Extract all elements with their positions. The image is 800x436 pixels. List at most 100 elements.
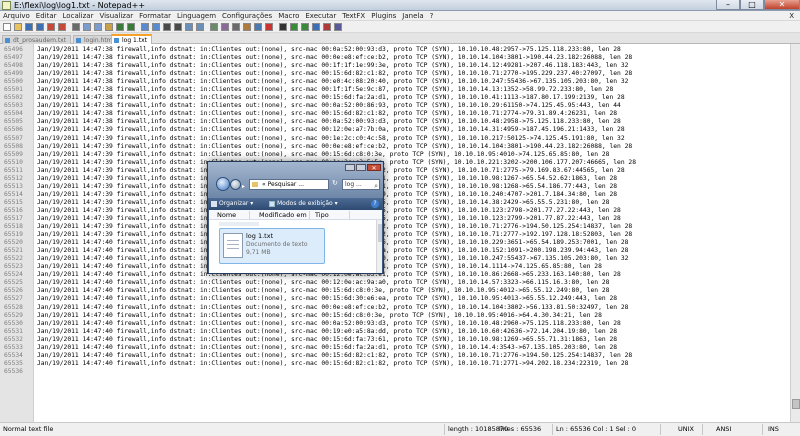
editor-line[interactable]: 65519 Jan/19/2011 14:47:39 firewall,info … xyxy=(0,231,790,239)
menu-plugins[interactable]: Plugins xyxy=(368,11,399,21)
editor-line[interactable]: 65504 Jan/19/2011 14:47:38 firewall,info … xyxy=(0,110,790,118)
spell-icon[interactable] xyxy=(323,23,331,31)
editor-line[interactable]: 65511 Jan/19/2011 14:47:39 firewall,info … xyxy=(0,167,790,175)
new-file-icon[interactable] xyxy=(3,23,11,31)
dialog-maximize-button[interactable] xyxy=(356,164,366,171)
editor-line[interactable]: 65506 Jan/19/2011 14:47:39 firewall,info … xyxy=(0,126,790,134)
find-icon[interactable] xyxy=(141,23,149,31)
record-macro-icon[interactable] xyxy=(265,23,273,31)
close-button[interactable]: ✕ xyxy=(764,0,800,10)
menu-editar[interactable]: Editar xyxy=(33,11,60,21)
address-bar[interactable]: « Pesquisar ... xyxy=(249,179,329,190)
editor-line[interactable]: 65517 Jan/19/2011 14:47:39 firewall,info … xyxy=(0,215,790,223)
menu-janela[interactable]: Janela xyxy=(399,11,426,21)
editor-line[interactable]: 65522 Jan/19/2011 14:47:40 firewall,info … xyxy=(0,255,790,263)
close-document-button[interactable]: X xyxy=(786,11,797,21)
editor-line[interactable]: 65533 Jan/19/2011 14:47:40 firewall,info … xyxy=(0,344,790,352)
editor-line[interactable]: 65510 Jan/19/2011 14:47:39 firewall,info … xyxy=(0,159,790,167)
indent-guide-icon[interactable] xyxy=(232,23,240,31)
minimize-button[interactable]: – xyxy=(716,0,740,10)
zoom-out-icon[interactable] xyxy=(174,23,182,31)
editor-line[interactable]: 65513 Jan/19/2011 14:47:39 firewall,info … xyxy=(0,183,790,191)
editor-line[interactable]: 65509 Jan/19/2011 14:47:39 firewall,info … xyxy=(0,151,790,159)
scrollbar-thumb[interactable] xyxy=(792,399,800,409)
editor-line[interactable]: 65527 Jan/19/2011 14:47:40 firewall,info … xyxy=(0,295,790,303)
menu-macro[interactable]: Macro xyxy=(275,11,302,21)
editor-line[interactable]: 65530 Jan/19/2011 14:47:40 firewall,info … xyxy=(0,320,790,328)
file-item[interactable]: log 1.txt Documento de texto 9,71 MB xyxy=(219,228,325,264)
lang-icon[interactable] xyxy=(243,23,251,31)
menu-help[interactable]: ? xyxy=(427,11,437,21)
play-macro-icon[interactable] xyxy=(290,23,298,31)
sync-v-icon[interactable] xyxy=(185,23,193,31)
search-icon[interactable]: ⌕ xyxy=(374,181,378,191)
menu-formatar[interactable]: Formatar xyxy=(136,11,174,21)
organize-button[interactable]: Organizar ▾ xyxy=(219,198,253,210)
editor-line[interactable]: 65516 Jan/19/2011 14:47:39 firewall,info … xyxy=(0,207,790,215)
menu-executar[interactable]: Executar xyxy=(302,11,339,21)
editor-line[interactable]: 65529 Jan/19/2011 14:47:40 firewall,info … xyxy=(0,312,790,320)
editor-line[interactable]: 65534 Jan/19/2011 14:47:40 firewall,info … xyxy=(0,352,790,360)
copy-icon[interactable] xyxy=(94,23,102,31)
save-all-icon[interactable] xyxy=(36,23,44,31)
editor-line[interactable]: 65503 Jan/19/2011 14:47:38 firewall,info … xyxy=(0,102,790,110)
undo-icon[interactable] xyxy=(116,23,124,31)
editor-line[interactable]: 65525 Jan/19/2011 14:47:40 firewall,info … xyxy=(0,279,790,287)
menu-textfx[interactable]: TextFX xyxy=(339,11,368,21)
editor-line[interactable]: 65535 Jan/19/2011 14:47:40 firewall,info … xyxy=(0,360,790,368)
zoom-in-icon[interactable] xyxy=(163,23,171,31)
close-icon[interactable] xyxy=(47,23,55,31)
dialog-minimize-button[interactable] xyxy=(345,164,355,171)
editor-line[interactable]: 65518 Jan/19/2011 14:47:39 firewall,info … xyxy=(0,223,790,231)
editor-line[interactable]: 65507 Jan/19/2011 14:47:39 firewall,info … xyxy=(0,135,790,143)
column-name[interactable]: Nome xyxy=(217,210,236,220)
editor-line[interactable]: 65536 xyxy=(0,368,790,376)
wrap-icon[interactable] xyxy=(210,23,218,31)
help-icon[interactable]: ? xyxy=(371,200,379,208)
editor-line[interactable]: 65502 Jan/19/2011 14:47:38 firewall,info … xyxy=(0,94,790,102)
editor-line[interactable]: 65508 Jan/19/2011 14:47:39 firewall,info … xyxy=(0,143,790,151)
editor-line[interactable]: 65500 Jan/19/2011 14:47:38 firewall,info … xyxy=(0,78,790,86)
search-input[interactable]: log ... ⌕ xyxy=(342,179,380,190)
editor-line[interactable]: 65501 Jan/19/2011 14:47:38 firewall,info … xyxy=(0,86,790,94)
previous-file-row[interactable] xyxy=(219,222,259,226)
editor-line[interactable]: 65524 Jan/19/2011 14:47:40 firewall,info … xyxy=(0,271,790,279)
tab-log1[interactable]: log 1.txt xyxy=(111,34,153,44)
editor-line[interactable]: 65499 Jan/19/2011 14:47:38 firewall,info … xyxy=(0,70,790,78)
editor-line[interactable]: 65498 Jan/19/2011 14:47:38 firewall,info … xyxy=(0,62,790,70)
back-button[interactable] xyxy=(216,177,230,191)
tfx-icon[interactable] xyxy=(334,23,342,31)
dialog-close-button[interactable]: ✕ xyxy=(367,164,381,172)
refresh-icon[interactable]: ↻ xyxy=(332,179,340,190)
redo-icon[interactable] xyxy=(127,23,135,31)
tab-dt-prosaudem[interactable]: dt_prosaudem.txt xyxy=(2,35,72,44)
paste-icon[interactable] xyxy=(105,23,113,31)
editor-line[interactable]: 65496 Jan/19/2011 14:47:38 firewall,info … xyxy=(0,46,790,54)
maximize-button[interactable]: □ xyxy=(740,0,764,10)
menu-configuracoes[interactable]: Configurações xyxy=(219,11,275,21)
views-button[interactable]: Modos de exibição ▾ xyxy=(277,198,338,210)
column-modified[interactable]: Modificado em xyxy=(259,210,307,220)
menu-arquivo[interactable]: Arquivo xyxy=(0,11,33,21)
text-editor[interactable]: 65496 Jan/19/2011 14:47:38 firewall,info … xyxy=(0,44,790,422)
stop-macro-icon[interactable] xyxy=(279,23,287,31)
run-macro-icon[interactable] xyxy=(301,23,309,31)
print-icon[interactable] xyxy=(72,23,80,31)
menu-visualizar[interactable]: Visualizar xyxy=(96,11,136,21)
column-type[interactable]: Tipo xyxy=(315,210,329,220)
editor-line[interactable]: 65515 Jan/19/2011 14:47:39 firewall,info … xyxy=(0,199,790,207)
all-chars-icon[interactable] xyxy=(221,23,229,31)
editor-line[interactable]: 65521 Jan/19/2011 14:47:40 firewall,info … xyxy=(0,247,790,255)
forward-button[interactable] xyxy=(230,179,241,190)
menu-linguagem[interactable]: Linguagem xyxy=(174,11,219,21)
editor-line[interactable]: 65514 Jan/19/2011 14:47:39 firewall,info … xyxy=(0,191,790,199)
save-icon[interactable] xyxy=(25,23,33,31)
editor-line[interactable]: 65505 Jan/19/2011 14:47:38 firewall,info … xyxy=(0,118,790,126)
editor-line[interactable]: 65497 Jan/19/2011 14:47:38 firewall,info … xyxy=(0,54,790,62)
editor-line[interactable]: 65532 Jan/19/2011 14:47:40 firewall,info … xyxy=(0,336,790,344)
recent-pages-icon[interactable]: ▸ xyxy=(242,183,245,190)
vertical-scrollbar[interactable] xyxy=(790,44,800,422)
dialog-scrollbar[interactable] xyxy=(376,220,382,273)
editor-line[interactable]: 65520 Jan/19/2011 14:47:40 firewall,info … xyxy=(0,239,790,247)
editor-line[interactable]: 65528 Jan/19/2011 14:47:40 firewall,info … xyxy=(0,304,790,312)
